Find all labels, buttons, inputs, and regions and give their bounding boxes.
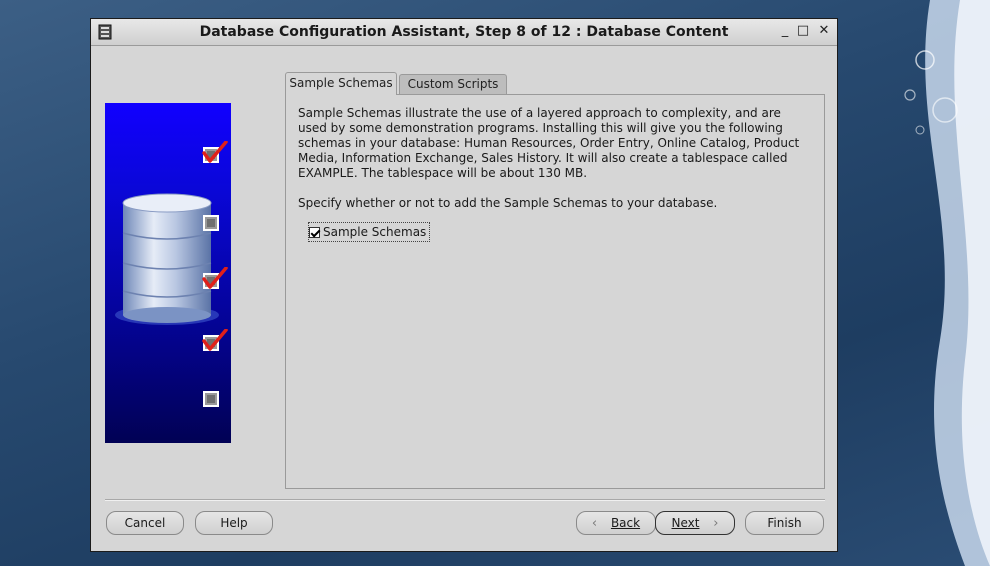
finish-button-label: Finish (767, 516, 802, 530)
back-arrow-icon: ‹ (591, 516, 598, 531)
dbca-window: Database Configuration Assistant, Step 8… (90, 18, 838, 552)
next-button-label: Next (671, 516, 700, 530)
tab-sample-schemas[interactable]: Sample Schemas (285, 72, 397, 95)
sample-schemas-checkbox-label: Sample Schemas (323, 225, 427, 239)
step-checked-icon (201, 328, 231, 355)
back-button-label: Back (610, 516, 641, 530)
window-title: Database Configuration Assistant, Step 8… (199, 24, 729, 40)
title-bar[interactable]: Database Configuration Assistant, Step 8… (91, 19, 837, 46)
minimize-icon[interactable]: _ (777, 23, 793, 39)
next-arrow-icon: › (713, 516, 719, 531)
step-graphic-panel (105, 103, 231, 443)
checkbox-checked-icon[interactable] (309, 226, 320, 238)
prompt-text: Specify whether or not to add the Sample… (298, 196, 718, 210)
next-button[interactable]: Next › (655, 511, 735, 535)
finish-button[interactable]: Finish (745, 511, 824, 535)
maximize-icon[interactable]: □ (795, 23, 811, 39)
tab-custom-scripts[interactable]: Custom Scripts (399, 74, 507, 94)
step-checked-icon (201, 140, 231, 167)
desktop-wallpaper-decoration (904, 0, 990, 566)
step-checked-icon (201, 266, 231, 293)
back-button[interactable]: ‹ Back (576, 511, 656, 535)
footer-separator (105, 499, 825, 501)
close-icon[interactable]: ✕ (816, 23, 832, 39)
cancel-button-label: Cancel (124, 516, 166, 530)
step-unchecked-icon (201, 209, 231, 235)
cancel-button[interactable]: Cancel (106, 511, 184, 535)
help-button[interactable]: Help (195, 511, 273, 535)
sample-schemas-checkbox[interactable]: Sample Schemas (308, 222, 431, 242)
help-button-label: Help (220, 516, 248, 530)
sample-schemas-panel: Sample Schemas illustrate the use of a l… (285, 94, 825, 489)
step-unchecked-icon (201, 385, 231, 411)
description-text: Sample Schemas illustrate the use of a l… (298, 106, 800, 180)
